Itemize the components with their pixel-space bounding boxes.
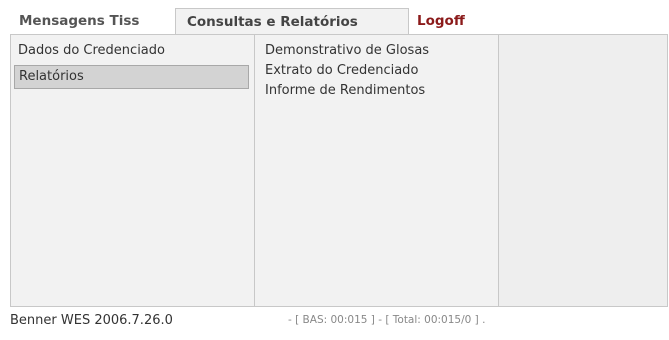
menu-column-empty bbox=[499, 35, 667, 306]
menu-item-relatorios[interactable]: Relatórios bbox=[14, 65, 249, 89]
tab-logoff[interactable]: Logoff bbox=[411, 8, 465, 34]
menu-item-demonstrativo-glosas[interactable]: Demonstrativo de Glosas bbox=[255, 41, 498, 61]
menu-column-categories: Dados do Credenciado Relatórios bbox=[11, 35, 254, 306]
menu-item-extrato-credenciado[interactable]: Extrato do Credenciado bbox=[255, 61, 498, 81]
timing-stats: - [ BAS: 00:015 ] - [ Total: 00:015/0 ] … bbox=[288, 314, 486, 326]
version-label: Benner WES 2006.7.26.0 bbox=[10, 313, 173, 328]
menu-column-reports: Demonstrativo de Glosas Extrato do Crede… bbox=[254, 35, 499, 306]
menu-panel: Dados do Credenciado Relatórios Demonstr… bbox=[10, 34, 668, 307]
tab-mensagens-tiss[interactable]: Mensagens Tiss bbox=[10, 8, 175, 34]
menu-item-informe-rendimentos[interactable]: Informe de Rendimentos bbox=[255, 81, 498, 101]
tab-consultas-relatorios[interactable]: Consultas e Relatórios bbox=[175, 8, 409, 35]
tab-bar: Mensagens Tiss Consultas e Relatórios Lo… bbox=[10, 8, 669, 35]
menu-item-dados-credenciado[interactable]: Dados do Credenciado bbox=[14, 41, 244, 61]
